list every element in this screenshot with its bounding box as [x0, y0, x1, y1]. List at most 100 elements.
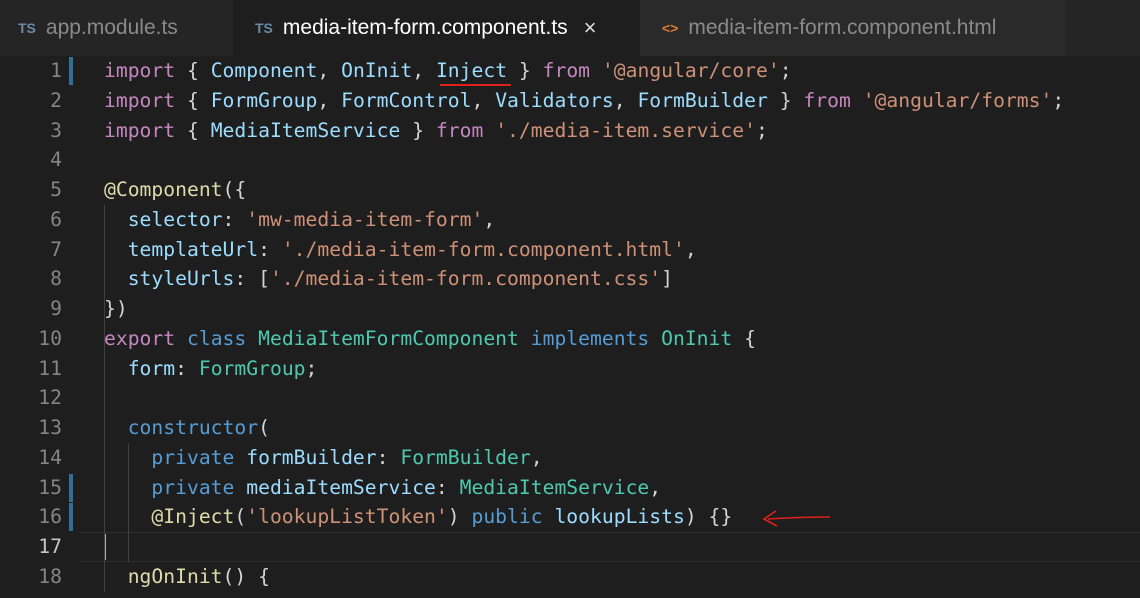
- code-line[interactable]: 10 export class MediaItemFormComponent im…: [0, 324, 1140, 354]
- typescript-file-icon: TS: [18, 20, 36, 36]
- code-token: import: [104, 59, 176, 82]
- code-token: :: [222, 207, 247, 231]
- code-line[interactable]: 2 import { FormGroup, FormControl, Valida…: [0, 86, 1140, 116]
- tab-media-item-form-component-html[interactable]: <> media-item-form.component.html: [640, 0, 1065, 56]
- code-token: OnInit: [341, 59, 413, 82]
- code-token: MediaItemService: [210, 118, 401, 142]
- code-token: }: [507, 59, 543, 82]
- code-token: './media-item.service': [495, 118, 756, 142]
- tab-app-module[interactable]: TS app.module.ts: [0, 0, 233, 56]
- code-token: '@angular/forms': [862, 88, 1053, 112]
- modified-line-marker: [69, 473, 73, 502]
- indent-guide: [104, 353, 105, 592]
- code-token: ngOnInit: [104, 564, 223, 588]
- code-token: ;: [755, 118, 768, 142]
- code-token: lookupLists: [554, 505, 685, 529]
- code-line[interactable]: 3 import { MediaItemService } from './med…: [0, 116, 1140, 146]
- modified-line-marker: [69, 57, 73, 85]
- code-line[interactable]: 1 import { Component, OnInit, Inject } fr…: [0, 56, 1140, 86]
- code-text: }): [104, 294, 128, 324]
- code-token: form: [104, 356, 176, 380]
- code-line[interactable]: 17: [0, 532, 1140, 563]
- code-token: MediaItemService: [459, 475, 650, 499]
- code-token: ;: [779, 59, 792, 82]
- code-token: implements: [530, 326, 650, 350]
- code-token: public: [471, 505, 543, 529]
- code-line[interactable]: 7 templateUrl: './media-item-form.compon…: [0, 235, 1140, 265]
- code-token: ,: [530, 445, 543, 469]
- code-token: (: [258, 416, 270, 440]
- line-number: 11: [38, 356, 62, 380]
- code-token: selector: [104, 207, 223, 231]
- code-token: ,: [317, 59, 342, 82]
- code-text: styleUrls: ['./media-item-form.component…: [104, 264, 673, 294]
- code-token: }: [767, 88, 804, 112]
- code-line[interactable]: 12: [0, 383, 1140, 413]
- code-token: class: [186, 326, 247, 350]
- code-token: ,: [613, 88, 638, 112]
- code-token: ,: [649, 475, 662, 499]
- code-line[interactable]: 18 ngOnInit() {: [0, 562, 1140, 592]
- modified-line-marker: [69, 503, 73, 532]
- tab-label: app.module.ts: [45, 16, 178, 39]
- code-text: import { FormGroup, FormControl, Validat…: [104, 86, 1064, 116]
- code-text: import { Component, OnInit, Inject } fro…: [104, 56, 792, 86]
- code-token: FormControl: [341, 88, 472, 112]
- code-token: from: [803, 88, 851, 112]
- line-number: 12: [38, 386, 62, 410]
- line-number: 7: [50, 237, 62, 261]
- code-line[interactable]: 13 constructor(: [0, 413, 1140, 443]
- code-line[interactable]: 16 @Inject('lookupListToken') public loo…: [0, 502, 1140, 532]
- code-token: @Component: [104, 178, 223, 202]
- line-number: 13: [38, 416, 62, 440]
- code-token: ,: [483, 207, 496, 231]
- code-token: OnInit: [661, 326, 733, 350]
- line-number: 10: [38, 326, 62, 350]
- code-token: }: [400, 118, 436, 142]
- code-text: @Inject('lookupListToken') public lookup…: [104, 502, 732, 532]
- code-text: export class MediaItemFormComponent impl…: [104, 324, 756, 354]
- code-token: FormGroup: [198, 356, 306, 380]
- line-number: 16: [38, 505, 62, 529]
- code-token: './media-item-form.component.css': [269, 267, 662, 291]
- code-token: ]: [661, 267, 673, 291]
- code-token: 'lookupListToken': [246, 505, 448, 529]
- code-token: : [: [234, 267, 270, 291]
- code-token: ) {}: [684, 505, 733, 529]
- tab-media-item-form-component-ts[interactable]: TS media-item-form.component.ts ×: [233, 0, 640, 56]
- code-editor[interactable]: 1 import { Component, OnInit, Inject } fr…: [0, 56, 1140, 598]
- code-line[interactable]: 8 styleUrls: ['./media-item-form.compone…: [0, 264, 1140, 294]
- close-icon[interactable]: ×: [584, 15, 597, 41]
- code-line[interactable]: 6 selector: 'mw-media-item-form',: [0, 205, 1140, 235]
- current-line-highlight: [80, 532, 1140, 563]
- code-token: FormGroup: [210, 88, 318, 112]
- code-line[interactable]: 5 @Component({: [0, 175, 1140, 205]
- code-token: FormBuilder: [637, 88, 768, 112]
- line-number: 1: [50, 59, 62, 82]
- code-line[interactable]: 11 form: FormGroup;: [0, 354, 1140, 384]
- tab-label: media-item-form.component.html: [688, 16, 997, 39]
- line-number: 18: [38, 564, 62, 588]
- code-text: import { MediaItemService } from './medi…: [104, 116, 768, 146]
- code-line[interactable]: 14 private formBuilder: FormBuilder,: [0, 443, 1140, 473]
- code-token: formBuilder: [246, 445, 377, 469]
- indent-guide: [104, 204, 105, 354]
- code-line[interactable]: 15 private mediaItemService: MediaItemSe…: [0, 473, 1140, 503]
- code-line[interactable]: 4: [0, 145, 1140, 175]
- line-number: 2: [50, 88, 62, 112]
- code-line[interactable]: 9}): [0, 294, 1140, 324]
- code-token: MediaItemFormComponent: [258, 326, 519, 350]
- code-text: @Component({: [104, 175, 246, 205]
- code-token: import: [104, 88, 176, 112]
- code-text: private mediaItemService: MediaItemServi…: [104, 473, 661, 503]
- code-token: {: [175, 118, 211, 142]
